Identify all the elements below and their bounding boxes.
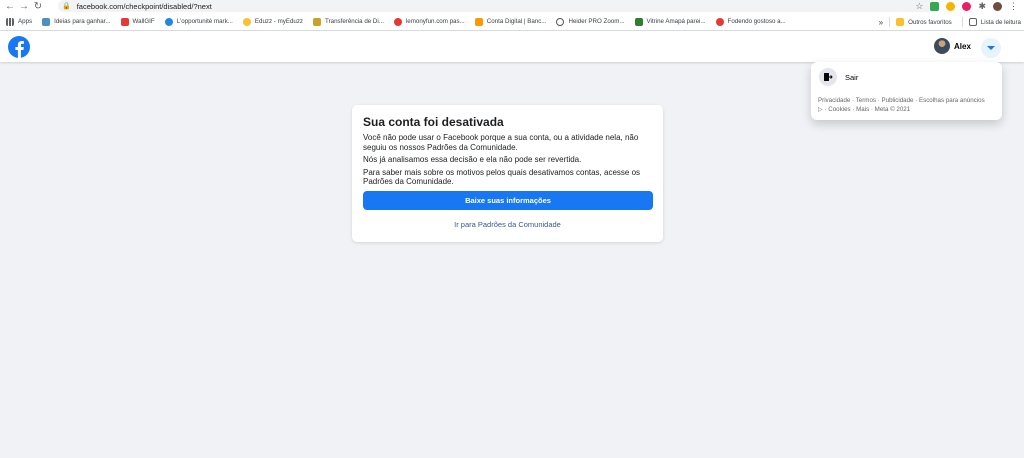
logout-label: Sair [845,72,859,82]
folder-icon [896,18,905,26]
bookmark-apps[interactable]: Apps [6,17,32,26]
divider [889,17,891,27]
account-dropdown: Sair Privacidade · Termos · Publicidade … [811,62,1002,120]
divider [961,17,963,27]
profile-chip[interactable]: Alex [934,38,971,54]
bookmark-favicon-icon [393,17,402,26]
facebook-header: Alex [0,31,1024,62]
more-bookmarks-button[interactable]: » [879,18,883,27]
back-icon[interactable]: ← [3,1,17,13]
extensions-area: ☆ ✱ ⋮ [915,0,1018,13]
url-text: facebook.com/checkpoint/disabled/?next [76,1,212,11]
bookmarks-right: » Outros favoritos Lista de leitura [879,13,1024,31]
bookmark-item[interactable]: WallGIF [120,17,155,26]
bookmark-favicon-icon [313,17,322,26]
bookmark-item[interactable]: Eduzz - myEduzz [242,17,303,26]
bookmark-favicon-icon [556,17,565,26]
community-standards-link[interactable]: Ir para Padrões da Comunidade [363,220,652,229]
bookmark-item[interactable]: L'opportunité mark... [164,17,233,26]
extension-icon[interactable] [962,2,972,11]
download-info-button[interactable]: Baixe suas informações [363,190,653,210]
bookmark-favicon-icon [42,17,51,26]
disabled-account-card: Sua conta foi desativada Você não pode u… [352,105,663,242]
bookmark-item[interactable]: Transferência de Di... [313,17,384,26]
reading-list[interactable]: Lista de leitura [968,18,1021,26]
logout-icon [819,68,837,86]
address-bar[interactable]: 🔒 facebook.com/checkpoint/disabled/?next [58,0,938,12]
forward-icon[interactable]: → [17,1,31,13]
profile-name: Alex [954,41,971,51]
drive-icon[interactable] [930,2,940,11]
browser-toolbar: ← → ↻ 🔒 facebook.com/checkpoint/disabled… [0,0,1024,13]
reading-list-icon [968,18,977,26]
bookmarks-bar: Apps Ideias para ganhar... WallGIF L'opp… [0,13,1024,31]
extension-icon[interactable] [946,2,956,11]
bookmark-item[interactable]: Conta Digital | Banc... [474,17,546,26]
card-title: Sua conta foi desativada [363,115,504,129]
menu-icon[interactable]: ⋮ [1009,1,1018,12]
bookmark-favicon-icon [242,17,251,26]
lock-icon: 🔒 [62,3,71,10]
avatar [934,38,950,54]
puzzle-icon[interactable]: ✱ [978,1,986,12]
bookmark-favicon-icon [120,17,129,26]
apps-grid-icon [6,17,14,26]
logout-menu-item[interactable]: Sair [819,68,858,86]
account-menu-button[interactable] [981,38,1001,58]
bookmark-favicon-icon [715,17,724,26]
other-favorites-folder[interactable]: Outros favoritos [896,18,952,26]
bookmark-item[interactable]: Fodendo gostoso a... [715,17,786,26]
card-paragraph: Você não pode usar o Facebook porque a s… [363,133,639,152]
bookmark-favicon-icon [474,17,483,26]
profile-avatar-icon[interactable] [993,2,1002,11]
bookmark-item[interactable]: Vitrine Amapá parei... [634,17,706,26]
footer-links[interactable]: Privacidade · Termos · Publicidade · Esc… [818,97,988,114]
reload-icon[interactable]: ↻ [31,1,45,13]
bookmark-item[interactable]: Heider PRO Zoom... [556,17,625,26]
bookmark-favicon-icon [164,17,173,26]
bookmark-item[interactable]: lemonyfun.com pas... [393,17,465,26]
card-paragraph: Nós já analisamos essa decisão e ela não… [363,155,582,164]
card-paragraph: Para saber mais sobre os motivos pelos q… [363,167,641,187]
caret-down-icon [987,46,995,50]
facebook-logo-icon[interactable] [8,36,30,58]
bookmark-favicon-icon [634,17,643,26]
bookmark-item[interactable]: Ideias para ganhar... [42,17,111,26]
star-icon[interactable]: ☆ [915,1,923,12]
